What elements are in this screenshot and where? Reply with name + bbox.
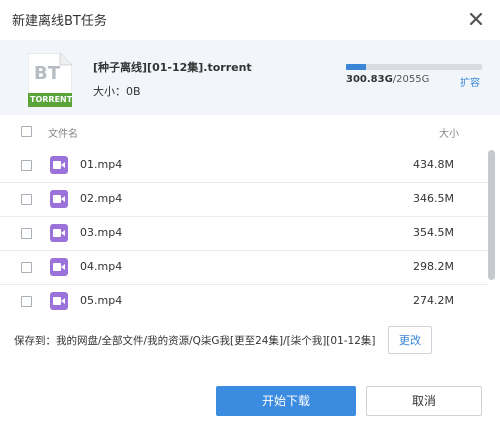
file-name: 02.mp4 — [80, 192, 123, 205]
row-checkbox[interactable] — [21, 262, 32, 273]
start-download-button[interactable]: 开始下载 — [216, 386, 356, 416]
file-list-header: 文件名 大小 — [0, 118, 500, 146]
file-size: 298.2M — [413, 260, 454, 273]
save-path: 我的网盘/全部文件/我的资源/Q柒G我[更至24集]/[柒个我][01-12集] — [56, 335, 376, 347]
file-name: 03.mp4 — [80, 226, 123, 239]
column-header-filename: 文件名 — [48, 129, 78, 140]
file-row[interactable]: 04.mp4 298.2M — [0, 250, 488, 285]
file-row[interactable]: 05.mp4 274.2M — [0, 284, 488, 318]
row-checkbox[interactable] — [21, 194, 32, 205]
column-header-size: 大小 — [439, 129, 459, 140]
row-checkbox[interactable] — [21, 160, 32, 171]
storage-total: /2055G — [392, 74, 430, 85]
storage-used: 300.83G — [346, 74, 393, 85]
size-value: 0B — [126, 85, 141, 98]
save-location: 保存到：我的网盘/全部文件/我的资源/Q柒G我[更至24集]/[柒个我][01-… — [14, 333, 376, 348]
file-name: 05.mp4 — [80, 294, 123, 307]
new-bt-task-dialog: 新建离线BT任务 BT TORRENT [种子离线][01-12集].torre… — [0, 0, 500, 430]
size-label: 大小： — [93, 85, 126, 98]
expand-storage-link[interactable]: 扩容 — [460, 74, 480, 89]
close-icon[interactable] — [466, 9, 486, 29]
storage-usage-fill — [346, 64, 366, 70]
file-size: 354.5M — [413, 226, 454, 239]
file-size: 274.2M — [413, 294, 454, 307]
file-size: 346.5M — [413, 192, 454, 205]
torrent-file-name: [种子离线][01-12集].torrent — [93, 61, 252, 74]
cancel-button[interactable]: 取消 — [366, 386, 482, 416]
select-all-checkbox[interactable] — [21, 126, 32, 137]
change-location-button[interactable]: 更改 — [388, 326, 432, 354]
video-file-icon — [50, 224, 68, 242]
video-file-icon — [50, 190, 68, 208]
file-row[interactable]: 01.mp4 434.8M — [0, 148, 488, 183]
file-size: 434.8M — [413, 158, 454, 171]
torrent-size: 大小：0B — [93, 83, 141, 99]
torrent-icon-label: TORRENT — [30, 95, 73, 104]
torrent-info-panel: BT TORRENT [种子离线][01-12集].torrent 大小：0B … — [0, 40, 500, 115]
dialog-title: 新建离线BT任务 — [12, 14, 107, 29]
row-checkbox[interactable] — [21, 228, 32, 239]
file-list-scrollbar[interactable] — [488, 150, 495, 280]
file-row[interactable]: 02.mp4 346.5M — [0, 182, 488, 217]
file-name: 01.mp4 — [80, 158, 123, 171]
dialog-titlebar: 新建离线BT任务 — [0, 0, 500, 40]
storage-usage-text: 300.83G/2055G — [346, 74, 429, 85]
storage-usage-bar — [346, 64, 482, 70]
save-label: 保存到： — [14, 335, 56, 347]
row-checkbox[interactable] — [21, 296, 32, 307]
file-name: 04.mp4 — [80, 260, 123, 273]
video-file-icon — [50, 156, 68, 174]
file-row[interactable]: 03.mp4 354.5M — [0, 216, 488, 251]
torrent-file-icon: BT TORRENT — [27, 52, 73, 108]
bt-icon-text: BT — [34, 63, 60, 84]
video-file-icon — [50, 258, 68, 276]
file-list: 01.mp4 434.8M 02.mp4 346.5M 03.mp4 354.5… — [0, 148, 488, 318]
video-file-icon — [50, 292, 68, 310]
